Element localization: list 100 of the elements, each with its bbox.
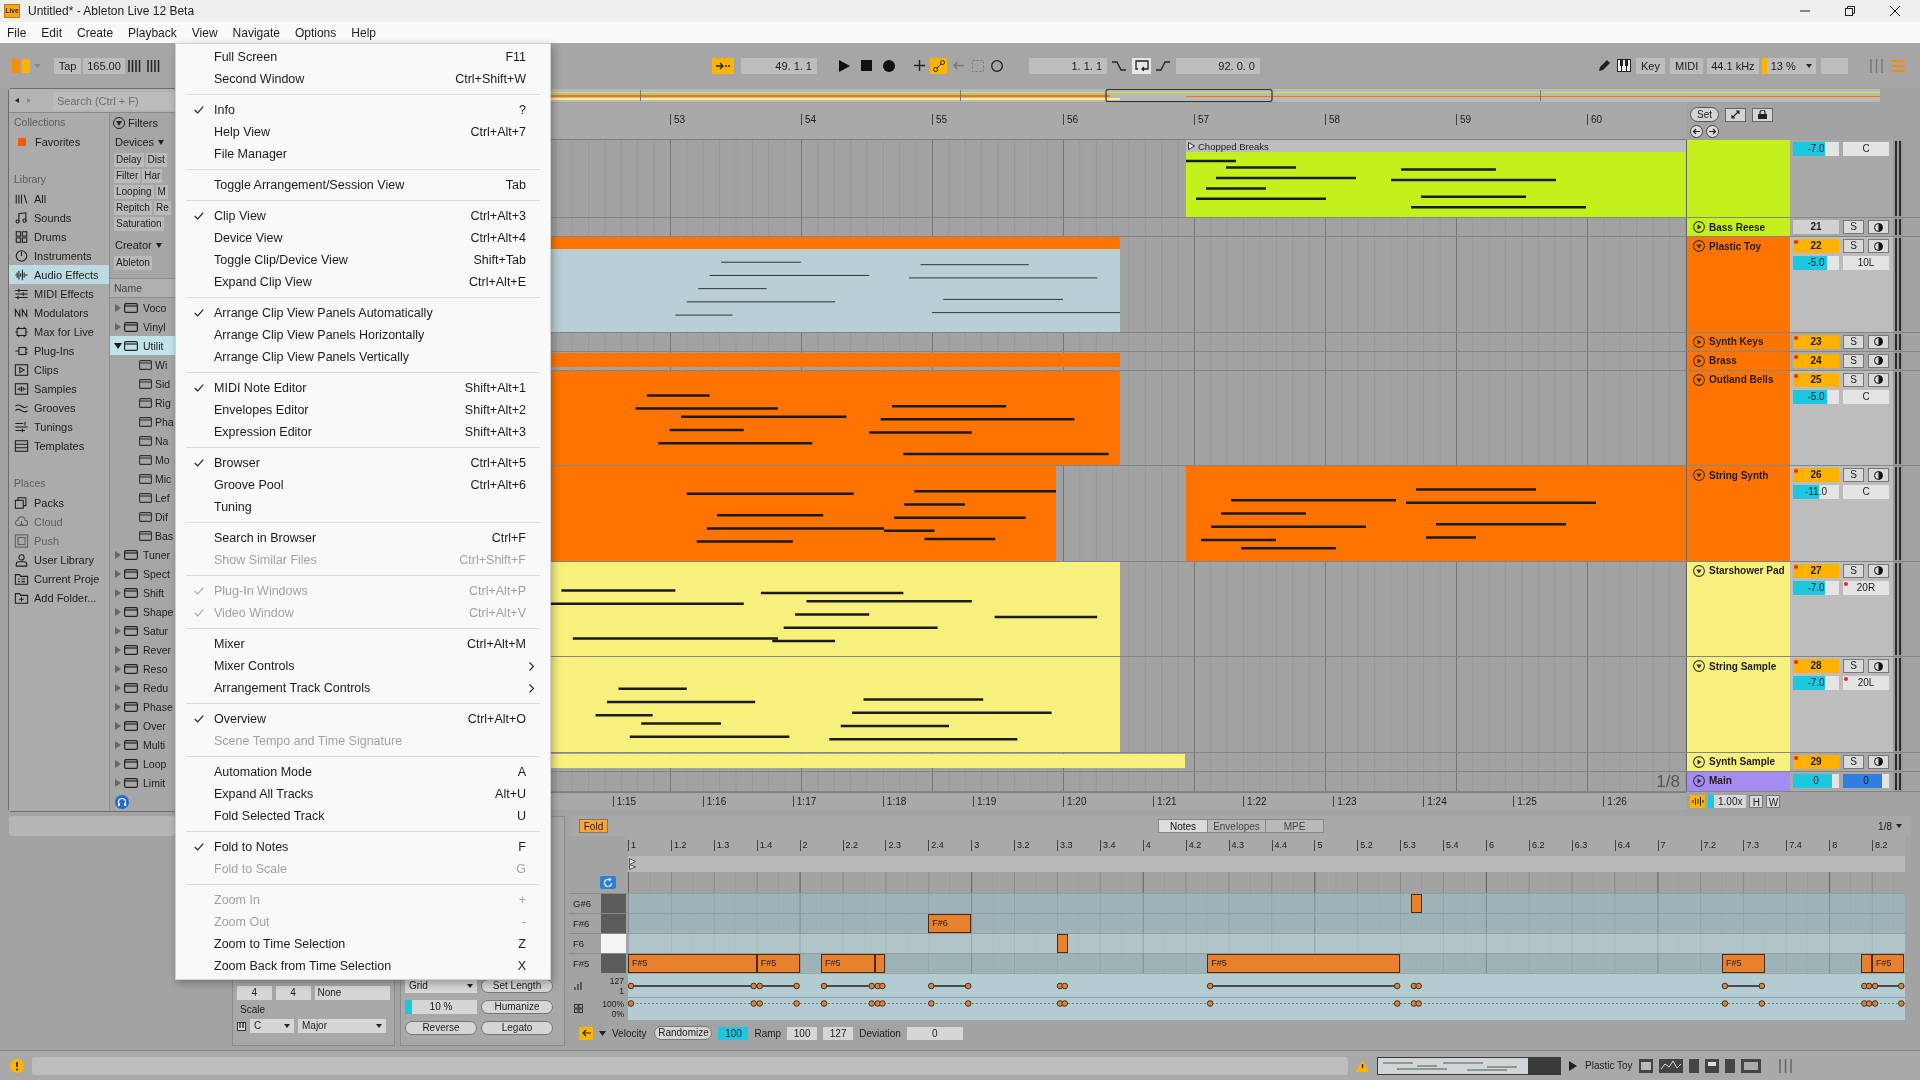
midi-note[interactable] — [1410, 894, 1422, 913]
randomize-button[interactable]: Randomize — [654, 1026, 713, 1040]
sidebar-item[interactable]: Grooves — [9, 398, 109, 417]
pan-field[interactable]: C — [1843, 142, 1889, 156]
tempo-field[interactable]: 165.00 — [83, 57, 125, 74]
play-icon[interactable] — [1569, 1060, 1577, 1071]
back-arrow-icon[interactable] — [15, 96, 19, 105]
vertical-lines-icon[interactable] — [147, 59, 161, 72]
menu-item[interactable]: Second Window Ctrl+Shift+W — [176, 68, 550, 90]
sidebar-item[interactable]: Tunings — [9, 417, 109, 436]
set-button[interactable]: Set — [1690, 107, 1719, 122]
loop-button[interactable] — [1132, 57, 1151, 74]
fold-arrow-button[interactable] — [579, 1026, 593, 1040]
solo-button[interactable]: S — [1843, 563, 1864, 578]
tree-item[interactable]: Reso — [110, 659, 175, 678]
tree-item[interactable]: Loop — [110, 754, 175, 773]
midi-note[interactable]: F#6 — [928, 914, 972, 933]
midi-button[interactable]: MIDI — [1669, 57, 1704, 74]
midi-note[interactable] — [874, 954, 886, 973]
device-thumbnail-icon[interactable] — [1658, 1058, 1683, 1073]
sidebar-item[interactable]: Modulators — [9, 303, 109, 322]
tree-item[interactable]: Vinyl — [110, 317, 175, 336]
monitor-button[interactable] — [1868, 372, 1889, 387]
menu-item[interactable]: Groove Pool Ctrl+Alt+6 — [176, 474, 550, 496]
vertical-lines-icon[interactable] — [128, 59, 142, 72]
cpu-load-field[interactable]: 13 % — [1761, 57, 1816, 74]
chance-marker[interactable] — [1871, 1000, 1905, 1007]
solo-button[interactable]: S — [1843, 353, 1864, 368]
automation-arm-button[interactable] — [930, 57, 947, 74]
velocity-marker[interactable] — [1721, 982, 1766, 990]
menu-item[interactable]: Zoom Back from Time Selection X — [176, 955, 550, 977]
sidebar-item[interactable]: Add Folder... — [9, 588, 109, 607]
plus-icon[interactable] — [914, 60, 925, 71]
volume-slider[interactable]: 0 — [1793, 773, 1839, 788]
track-header[interactable]: Plastic Toy — [1686, 237, 1790, 332]
velocity-marker[interactable] — [1206, 982, 1401, 990]
filter-tag[interactable]: Looping — [114, 185, 154, 199]
menu-item[interactable]: MIDI Note Editor Shift+Alt+1 — [176, 377, 550, 399]
menu-item[interactable]: Device View Ctrl+Alt+4 — [176, 227, 550, 249]
sidebar-item[interactable]: Packs — [9, 493, 109, 512]
chance-marker[interactable] — [756, 1000, 800, 1007]
monitor-button[interactable] — [1868, 468, 1889, 483]
play-icon[interactable] — [839, 59, 850, 72]
menu-item[interactable]: Expand Clip View Ctrl+Alt+E — [176, 271, 550, 293]
menu-item[interactable]: View — [185, 23, 224, 42]
filter-tag[interactable]: Saturation — [114, 217, 164, 231]
zoom-field[interactable]: 1.00x — [1708, 794, 1747, 808]
menu-item[interactable]: Help — [345, 23, 382, 42]
volume-slider[interactable]: -7.0 — [1793, 580, 1839, 595]
sidebar-item[interactable]: Sounds — [9, 208, 109, 227]
solo-button[interactable]: S — [1843, 334, 1864, 349]
menu-item[interactable]: Arrange Clip View Panels Vertically — [176, 346, 550, 368]
tree-item[interactable]: Rever — [110, 640, 175, 659]
track-activator[interactable]: 26 — [1793, 468, 1839, 483]
tree-item[interactable]: Utilit — [110, 336, 175, 355]
chance-marker[interactable] — [1410, 1000, 1422, 1007]
midi-clip[interactable] — [550, 657, 1120, 752]
menu-item[interactable]: File — [1, 23, 33, 42]
menu-item[interactable]: Fold Selected Track U — [176, 805, 550, 827]
filter-tag[interactable]: Delay — [114, 153, 144, 167]
filter-tag[interactable]: Re — [153, 201, 171, 215]
midi-clip[interactable] — [550, 352, 1120, 367]
solo-button[interactable]: S — [1843, 239, 1864, 253]
tree-item[interactable]: Voco — [110, 298, 175, 317]
velocity-marker[interactable] — [1056, 982, 1069, 990]
tap-button[interactable]: Tap — [54, 57, 81, 74]
waveform-icon[interactable] — [1690, 794, 1705, 808]
chance-marker[interactable] — [874, 1000, 886, 1007]
signature-numerator-field[interactable]: 4 — [237, 986, 272, 1000]
menu-item[interactable]: Full Screen F11 — [176, 46, 550, 68]
track-header[interactable]: String Synth — [1686, 466, 1790, 561]
root-note-dropdown[interactable]: C — [250, 1019, 294, 1033]
tree-item[interactable]: Limit — [110, 773, 175, 792]
tree-item[interactable]: Mic — [110, 469, 175, 488]
triangle-markers-icon[interactable] — [629, 858, 636, 870]
velocity-marker[interactable] — [628, 982, 757, 990]
volume-slider[interactable]: -5.0 — [1793, 389, 1839, 404]
velocity-value-field[interactable]: 100 — [718, 1026, 749, 1040]
left-arrow-icon[interactable] — [1690, 125, 1703, 138]
search-field[interactable]: Search (Ctrl + F) — [53, 91, 175, 110]
sidebar-item[interactable]: Clips — [9, 360, 109, 379]
loop-start-field[interactable]: 1. 1. 1 — [1029, 57, 1107, 74]
monitor-button[interactable] — [1868, 754, 1889, 769]
menu-item[interactable]: Zoom to Time Selection Z — [176, 933, 550, 955]
midi-note[interactable]: F#5 — [1207, 954, 1401, 973]
menu-item[interactable]: Browser Ctrl+Alt+5 — [176, 452, 550, 474]
loop-length-field[interactable]: 92. 0. 0 — [1176, 57, 1260, 74]
pan-field[interactable]: C — [1843, 389, 1889, 404]
bar-ruler[interactable]: 53 54 55 56 57 58 59 60 — [550, 103, 1686, 140]
filter-tag[interactable]: Repitch — [114, 201, 152, 215]
maximize-icon[interactable] — [1845, 6, 1855, 16]
tree-item[interactable]: Lef — [110, 488, 175, 507]
close-icon[interactable] — [1890, 6, 1900, 16]
tree-item[interactable]: Bas — [110, 526, 175, 545]
filter-tag[interactable]: M — [155, 185, 168, 199]
sidebar-item[interactable]: MIDI Effects — [9, 284, 109, 303]
solo-button[interactable]: S — [1843, 468, 1864, 483]
piano-keys-icon[interactable] — [1617, 59, 1631, 72]
warning-icon[interactable] — [1356, 1059, 1369, 1072]
zoom-fit-button[interactable] — [1725, 107, 1746, 122]
